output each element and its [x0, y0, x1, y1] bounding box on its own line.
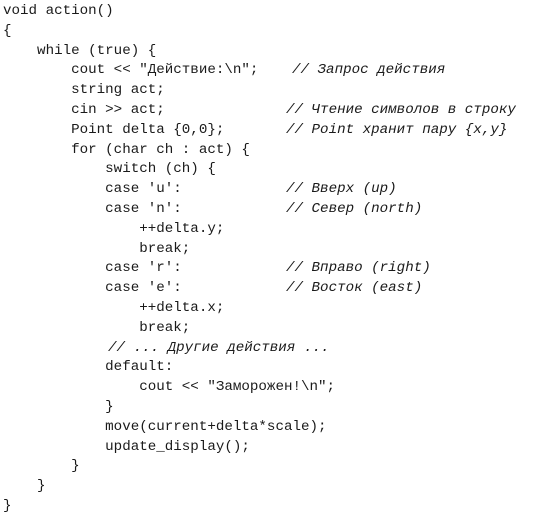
code-text: cin >> act; — [3, 102, 165, 118]
code-text: Point delta {0,0}; — [3, 121, 225, 138]
code-comment: // Запрос действия — [292, 62, 446, 79]
code-text: void action() — [3, 3, 114, 19]
code-line: cin >> act; // Чтение символов в строку — [3, 101, 516, 120]
code-line: case 'u': // Вверх (up) — [3, 180, 397, 199]
code-comment: // Вправо (right) — [286, 260, 431, 277]
code-text: update_display(); — [3, 438, 250, 455]
code-comment: // Север (north) — [286, 201, 423, 217]
code-line: case 'r': // Вправо (right) — [3, 259, 431, 278]
code-line: move(current+delta*scale); — [3, 418, 327, 437]
code-line: break; — [3, 319, 190, 338]
code-text: case 'r': — [3, 260, 182, 277]
code-line: { — [3, 22, 12, 41]
code-text: while (true) { — [3, 42, 157, 59]
code-text: case 'u': — [3, 181, 182, 198]
code-comment: // Вверх (up) — [286, 181, 397, 198]
code-line: } — [3, 398, 114, 417]
code-line: case 'e': // Восток (east) — [3, 279, 422, 298]
code-comment: // Чтение символов в строку — [286, 102, 516, 118]
code-line: Point delta {0,0}; // Point хранит пару {… — [3, 121, 507, 140]
code-text: move(current+delta*scale); — [3, 418, 327, 435]
code-line: ++delta.y; — [3, 220, 224, 239]
code-text: case 'n': — [3, 201, 182, 217]
code-text: cout << "Действие:\n"; — [3, 62, 267, 79]
code-line: update_display(); — [3, 438, 250, 457]
code-line: } — [3, 477, 46, 496]
code-text: ++delta.x; — [3, 300, 225, 316]
code-line: for (char ch : act) { — [3, 141, 250, 160]
code-comment: // Восток (east) — [286, 280, 423, 297]
code-text: for (char ch : act) { — [3, 141, 250, 158]
code-comment: // ... Другие действия ... — [108, 339, 330, 356]
code-listing: void action() { while (true) { cout << "Д… — [3, 2, 558, 514]
code-line: ++delta.x; — [3, 299, 224, 318]
code-text: case 'e': — [3, 280, 182, 297]
code-line: } — [3, 457, 80, 476]
code-line: // ... Другие действия ... — [3, 339, 329, 358]
code-line: string act; — [3, 81, 165, 100]
code-text: } — [3, 478, 46, 495]
code-line: cout << "Заморожен!\n"; — [3, 378, 335, 397]
code-text: break; — [3, 240, 191, 257]
code-line: default: — [3, 358, 173, 377]
code-line: void action() — [3, 2, 114, 21]
code-text: switch (ch) { — [3, 161, 216, 178]
code-line: cout << "Действие:\n"; // Запрос действи… — [3, 61, 445, 80]
code-text: { — [3, 22, 12, 39]
code-text: } — [3, 399, 114, 415]
code-comment: // Point хранит пару {x,y} — [286, 121, 508, 138]
code-line: break; — [3, 240, 190, 259]
code-text: } — [3, 498, 12, 514]
code-line: } — [3, 497, 12, 516]
code-text: cout << "Заморожен!\n"; — [3, 379, 336, 396]
code-text: } — [3, 458, 80, 475]
code-text: ++delta.y; — [3, 220, 225, 237]
code-line: while (true) { — [3, 42, 156, 61]
code-text: default: — [3, 359, 174, 376]
code-line: switch (ch) { — [3, 160, 216, 179]
code-text: string act; — [3, 82, 165, 99]
code-line: case 'n': // Север (north) — [3, 200, 422, 219]
code-text: break; — [3, 319, 191, 336]
